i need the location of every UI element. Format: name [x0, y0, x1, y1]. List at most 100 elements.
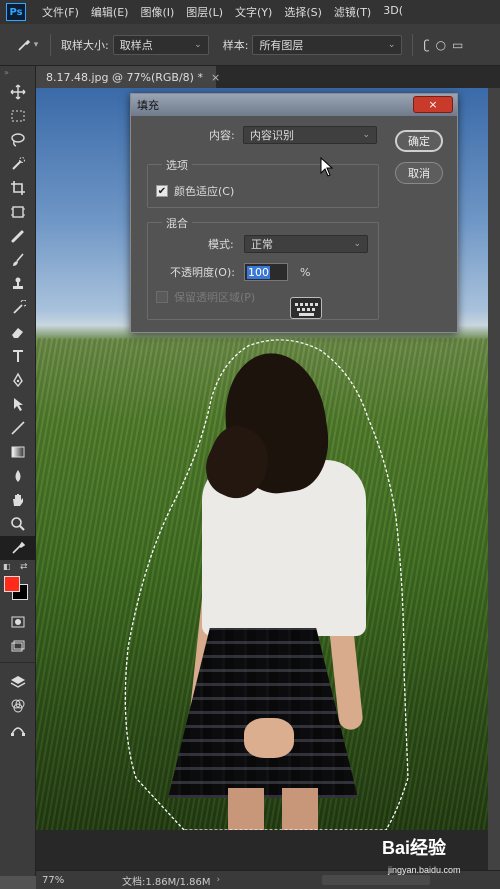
eyedropper-icon: [18, 39, 30, 51]
workspace-icon[interactable]: ▭: [452, 38, 463, 52]
zoom-level[interactable]: 77%: [42, 875, 86, 886]
lasso-icon: [11, 133, 25, 147]
baidu-watermark: Bai经验 jingyan.baidu.com: [382, 834, 494, 880]
menu-filter[interactable]: 滤镜(T): [334, 4, 371, 20]
dialog-title: 填充: [137, 99, 159, 112]
sample-select[interactable]: 所有图层 ⌄: [252, 34, 403, 55]
default-colors-icon[interactable]: ◧: [3, 562, 11, 571]
watermark-url: jingyan.baidu.com: [388, 865, 461, 875]
opacity-input[interactable]: 100: [244, 263, 288, 281]
content-row: 内容: 内容识别 ⌄: [209, 126, 377, 144]
lasso-tool[interactable]: [0, 128, 36, 152]
line-icon: [11, 421, 25, 435]
hand-tool[interactable]: [0, 488, 36, 512]
close-icon[interactable]: ×: [211, 71, 220, 84]
paths-panel-button[interactable]: [0, 718, 36, 742]
channels-panel-button[interactable]: [0, 694, 36, 718]
type-tool[interactable]: [0, 344, 36, 368]
opacity-row: 不透明度(O): 100 %: [170, 263, 310, 281]
content-select[interactable]: 内容识别 ⌄: [243, 126, 377, 144]
keyboard-icon[interactable]: [290, 297, 322, 319]
chevron-down-icon: ⌄: [387, 39, 396, 50]
mode-value: 正常: [251, 238, 273, 251]
menu-edit[interactable]: 编辑(E): [91, 4, 129, 20]
move-tool[interactable]: [0, 80, 36, 104]
hand-icon: [13, 494, 23, 506]
crop-icon: [11, 181, 25, 195]
menu-bar: Ps 文件(F) 编辑(E) 图像(I) 图层(L) 文字(Y) 选择(S) 滤…: [0, 0, 500, 24]
color-adapt-label: 颜色适应(C): [174, 185, 235, 198]
blur-tool[interactable]: [0, 464, 36, 488]
eyedropper-tool[interactable]: [0, 536, 36, 560]
tools-panel: » ◧ ⇄: [0, 66, 36, 876]
menu-3d[interactable]: 3D(: [383, 4, 403, 20]
sample-label: 样本:: [222, 38, 249, 52]
crop-tool[interactable]: [0, 176, 36, 200]
paths-icon: [11, 727, 25, 736]
mode-select[interactable]: 正常 ⌄: [244, 235, 368, 253]
eraser-icon: [12, 328, 23, 338]
document-tab-title: 8.17.48.jpg @ 77%(RGB/8) *: [46, 70, 203, 84]
panel-divider: [0, 662, 35, 670]
close-button[interactable]: ×: [413, 96, 453, 113]
frame-tool[interactable]: [0, 200, 36, 224]
divider: [50, 33, 51, 56]
eraser-tool[interactable]: [0, 320, 36, 344]
layers-panel-button[interactable]: [0, 670, 36, 694]
type-icon: [13, 350, 23, 362]
sample-size-label: 取样大小:: [61, 38, 109, 52]
sample-size-value: 取样点: [119, 38, 153, 52]
screen-mode-tool[interactable]: [0, 634, 36, 658]
color-adapt-checkbox[interactable]: ✔: [156, 185, 168, 197]
healing-brush-tool[interactable]: [0, 224, 36, 248]
blur-icon: [15, 470, 21, 482]
quick-mask-tool[interactable]: [0, 610, 36, 634]
search-icon[interactable]: ○: [436, 38, 446, 52]
brush-tool[interactable]: [0, 248, 36, 272]
menu-image[interactable]: 图像(I): [140, 4, 174, 20]
path-select-tool[interactable]: [0, 392, 36, 416]
stamp-tool[interactable]: [0, 272, 36, 296]
options-bar: ▾ 取样大小: 取样点 ⌄ 样本: 所有图层 ⌄ ʗ ○ ▭: [0, 24, 500, 66]
menu-layer[interactable]: 图层(L): [186, 4, 223, 20]
chevron-down-icon: ⌄: [353, 239, 361, 249]
menu-type[interactable]: 文字(Y): [235, 4, 272, 20]
path-select-icon: [14, 398, 23, 411]
menu-select[interactable]: 选择(S): [284, 4, 322, 20]
quick-select-tool[interactable]: [0, 152, 36, 176]
blend-group: 混合 模式: 正常 ⌄ 不透明度(O): 100 % 保留透明区域(P): [147, 215, 379, 320]
collapse-icon[interactable]: »: [0, 66, 35, 80]
cancel-button[interactable]: 取消: [395, 162, 443, 184]
sample-ring-icon[interactable]: ʗ: [423, 38, 429, 52]
pen-icon: [13, 372, 23, 388]
ok-button[interactable]: 确定: [395, 130, 443, 152]
frame-icon: [11, 206, 25, 218]
photoshop-logo: Ps: [6, 3, 26, 21]
history-brush-tool[interactable]: [0, 296, 36, 320]
preserve-transparency-label: 保留透明区域(P): [174, 291, 256, 304]
document-tab[interactable]: 8.17.48.jpg @ 77%(RGB/8) * ×: [36, 66, 220, 88]
channels-icon: [11, 699, 25, 713]
move-icon: [10, 84, 26, 100]
close-icon: ×: [428, 98, 438, 111]
gradient-tool[interactable]: [0, 440, 36, 464]
preserve-transparency-checkbox[interactable]: [156, 291, 168, 303]
zoom-tool[interactable]: [0, 512, 36, 536]
tool-preset-picker[interactable]: ▾: [14, 32, 40, 58]
menu-file[interactable]: 文件(F): [42, 4, 79, 20]
line-tool[interactable]: [0, 416, 36, 440]
chevron-right-icon[interactable]: ›: [217, 875, 221, 885]
sample-size-select[interactable]: 取样点 ⌄: [112, 34, 209, 55]
swap-colors-icon[interactable]: ⇄: [20, 562, 28, 572]
marquee-tool[interactable]: [0, 104, 36, 128]
dialog-titlebar[interactable]: 填充 ×: [131, 94, 457, 116]
mouse-cursor-icon: [320, 157, 334, 177]
color-swatches: ◧ ⇄: [0, 560, 36, 610]
pen-tool[interactable]: [0, 368, 36, 392]
sample-value: 所有图层: [259, 38, 304, 52]
quick-select-icon: [12, 157, 25, 170]
eyedropper-icon: [12, 541, 26, 554]
foreground-color[interactable]: [4, 576, 20, 592]
quick-mask-icon: [11, 616, 25, 628]
right-panel-strip: [488, 88, 500, 870]
